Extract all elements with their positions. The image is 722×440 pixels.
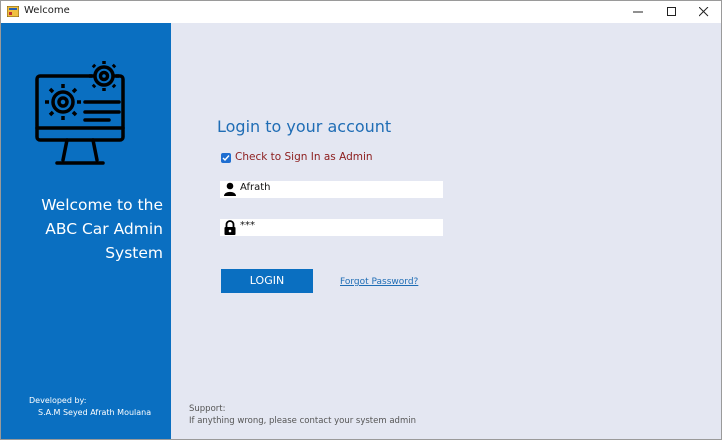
- window-title: Welcome: [24, 5, 70, 16]
- maximize-icon: [667, 7, 676, 16]
- support-label: Support:: [189, 404, 226, 414]
- app-icon: [7, 6, 19, 17]
- developer-name: S.A.M Seyed Afrath Moulana: [38, 408, 152, 417]
- close-button[interactable]: [687, 1, 721, 23]
- forgot-password-link[interactable]: Forgot Password?: [340, 277, 418, 287]
- welcome-text: Welcome to the ABC Car Admin System: [3, 193, 163, 265]
- user-icon: [224, 182, 236, 196]
- lock-icon: [224, 220, 236, 235]
- title-bar: Welcome: [1, 1, 721, 23]
- minimize-icon: [633, 11, 643, 13]
- password-field[interactable]: ***: [220, 219, 443, 236]
- support-text: If anything wrong, please contact your s…: [189, 416, 416, 426]
- sidebar-panel: Welcome to the ABC Car Admin System Deve…: [1, 23, 171, 439]
- checkmark-icon: [222, 155, 230, 162]
- admin-checkbox[interactable]: [221, 153, 231, 163]
- welcome-line-2: ABC Car Admin: [45, 220, 163, 238]
- maximize-button[interactable]: [655, 1, 689, 23]
- login-heading: Login to your account: [217, 117, 392, 136]
- developed-by-label: Developed by:: [29, 396, 87, 405]
- close-icon: [699, 7, 709, 17]
- password-value: ***: [240, 220, 255, 231]
- username-value: Afrath: [240, 182, 271, 193]
- minimize-button[interactable]: [621, 1, 655, 23]
- username-field[interactable]: Afrath: [220, 181, 443, 198]
- welcome-line-3: System: [105, 244, 163, 262]
- login-window: Welcome Welcome to the ABC Car Admin Sys…: [0, 0, 722, 440]
- welcome-line-1: Welcome to the: [41, 196, 163, 214]
- admin-checkbox-label[interactable]: Check to Sign In as Admin: [235, 151, 373, 163]
- computer-settings-icon: [35, 61, 125, 165]
- login-button[interactable]: LOGIN: [221, 269, 313, 293]
